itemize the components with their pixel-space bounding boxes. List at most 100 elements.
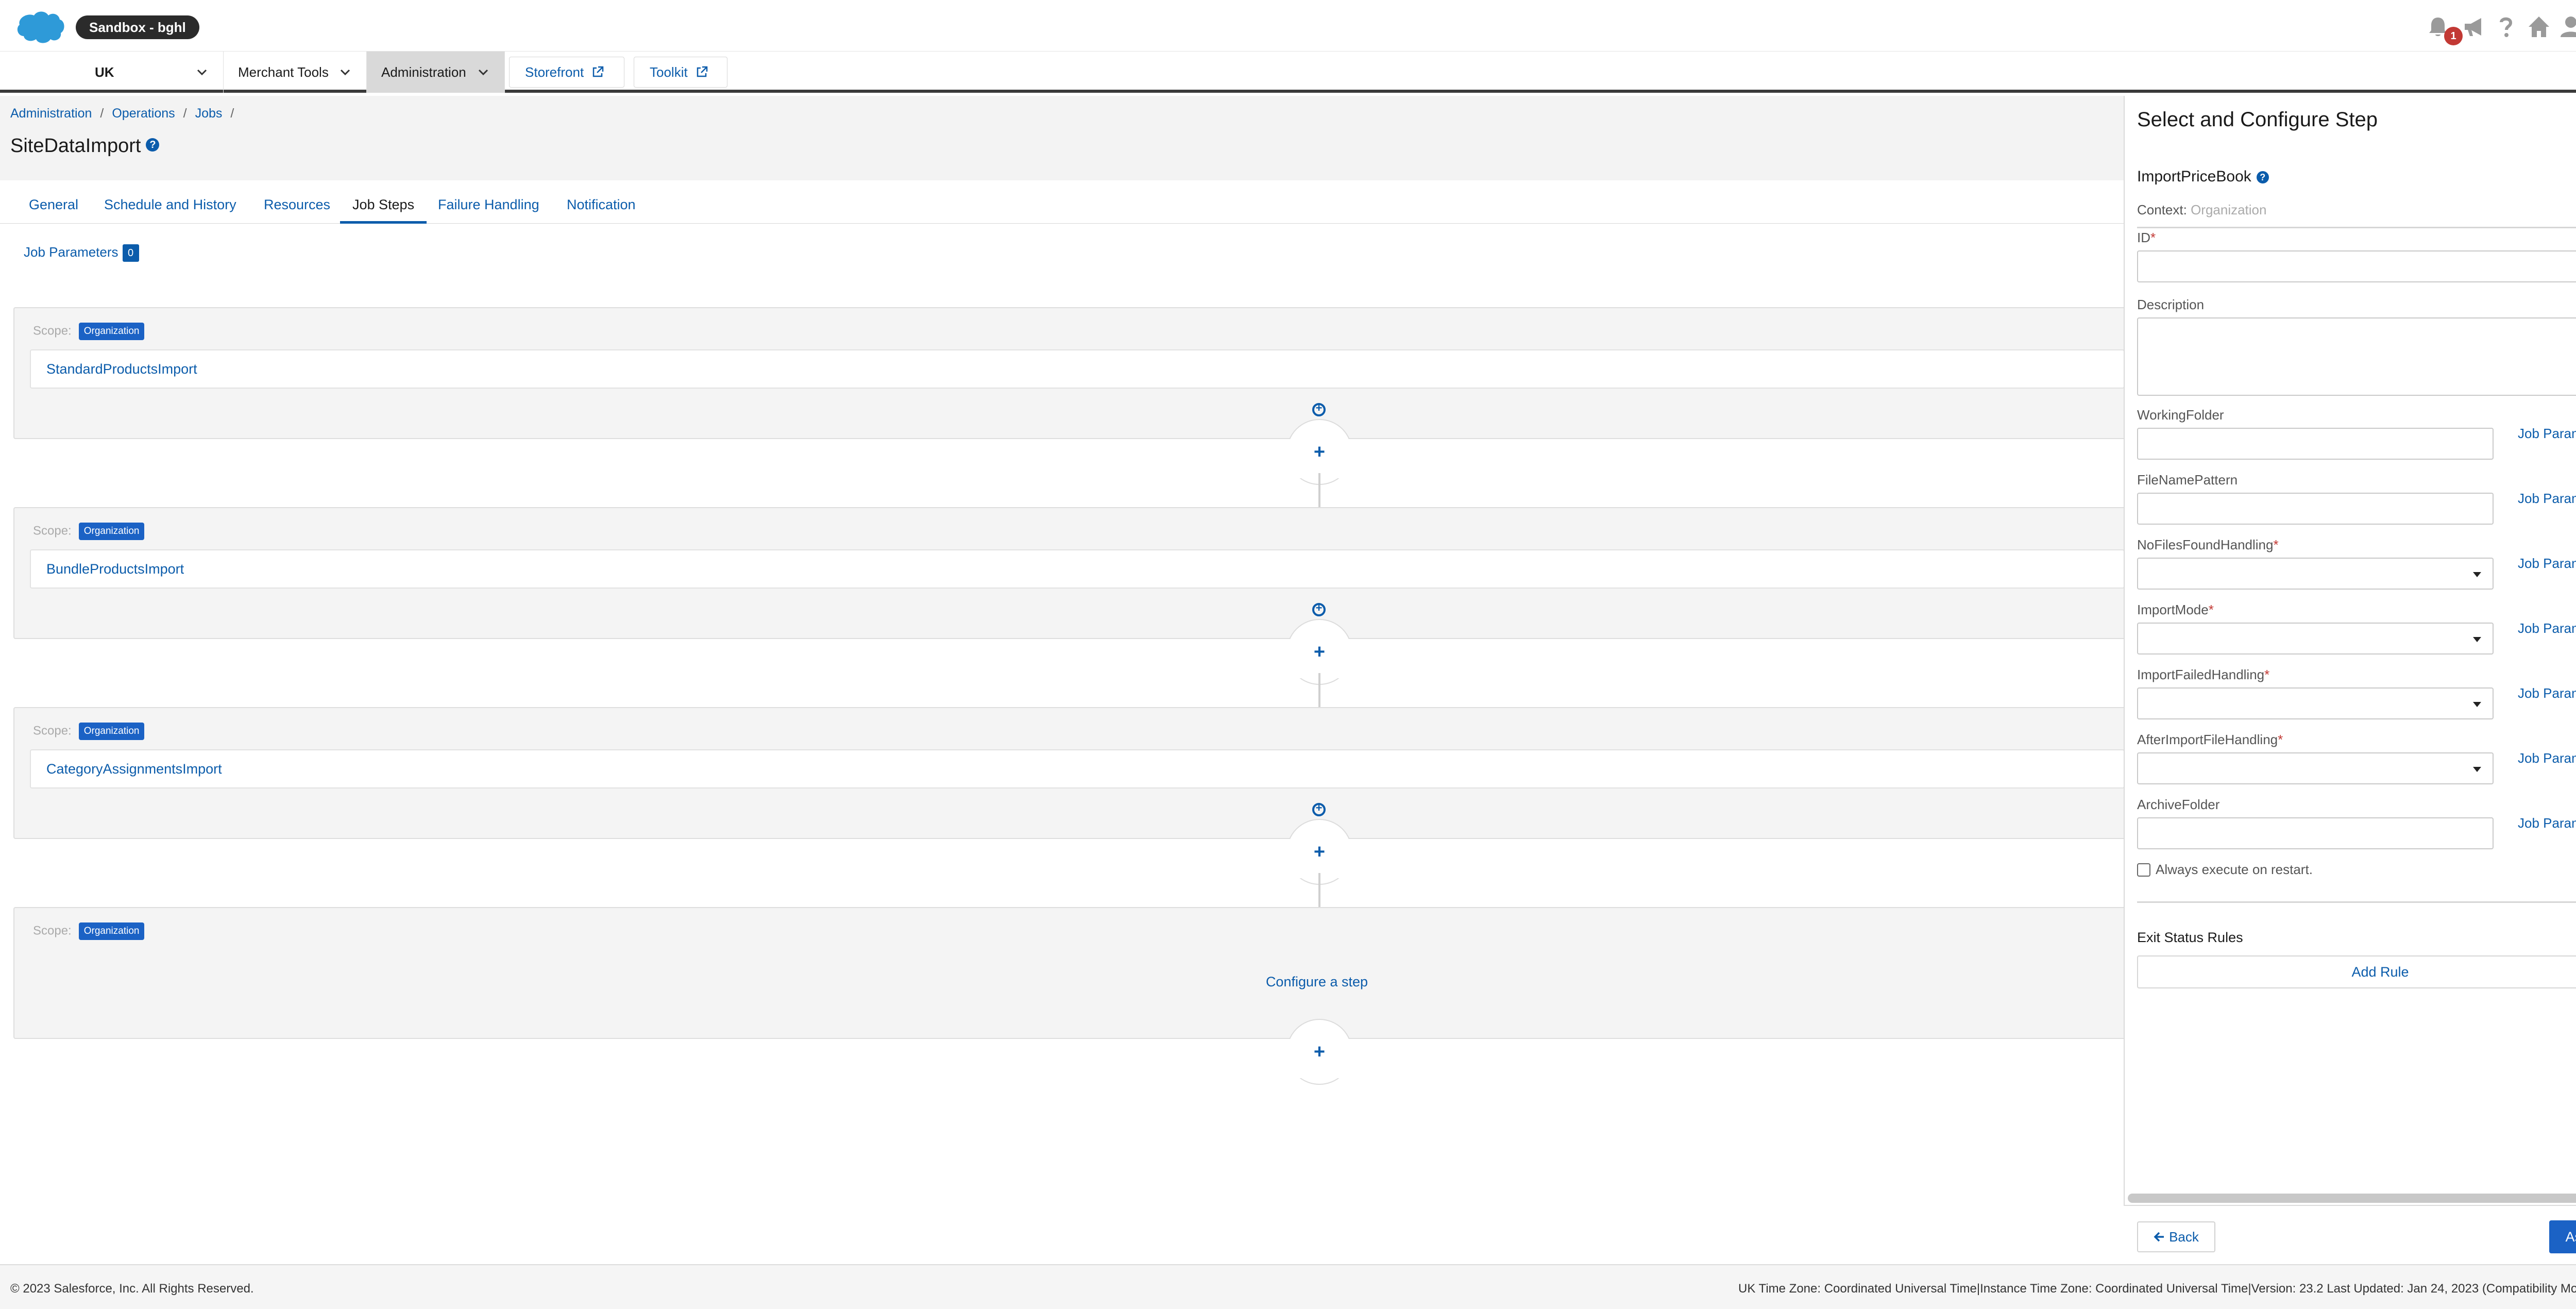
always-execute-row[interactable]: Always execute on restart.: [2137, 862, 2313, 878]
tab-schedule-and-history[interactable]: Schedule and History: [92, 180, 249, 224]
add-step-plus-icon[interactable]: +: [1286, 841, 1352, 863]
caret-down-icon: [2473, 637, 2481, 642]
storefront-button[interactable]: Storefront: [509, 57, 624, 88]
nav-administration-label: Administration: [381, 64, 466, 80]
connector-line: [1318, 673, 1320, 707]
step-scope: Scope: Organization: [33, 922, 145, 940]
divider: [2137, 901, 2576, 903]
import-failed-job-parameters-link[interactable]: Job Parameters: [2518, 685, 2576, 701]
user-icon[interactable]: [2557, 13, 2576, 40]
scope-badge: Organization: [78, 723, 145, 740]
id-input[interactable]: [2137, 250, 2576, 282]
import-mode-label-text: ImportMode: [2137, 602, 2209, 617]
import-mode-select[interactable]: [2137, 623, 2494, 654]
file-name-pattern-job-parameters-link[interactable]: Job Parameters: [2518, 491, 2576, 507]
breadcrumb-administration[interactable]: Administration: [10, 106, 92, 121]
connector-mask: [0, 1039, 2124, 1078]
working-folder-job-parameters-link[interactable]: Job Parameters: [2518, 426, 2576, 442]
site-selector-label: UK: [95, 64, 114, 80]
tab-notification[interactable]: Notification: [554, 180, 648, 224]
breadcrumb: Administration / Operations / Jobs /: [10, 106, 242, 121]
working-folder-label: WorkingFolder: [2137, 407, 2224, 423]
panel-horizontal-scrollbar[interactable]: [2128, 1194, 2576, 1203]
version-info-text: UK Time Zone: Coordinated Universal Time…: [1738, 1282, 2576, 1296]
help-icon[interactable]: ?: [146, 138, 160, 152]
back-button-label: Back: [2169, 1229, 2199, 1245]
toolkit-button[interactable]: Toolkit: [634, 57, 727, 88]
import-failed-select[interactable]: [2137, 687, 2494, 719]
home-icon[interactable]: [2526, 13, 2552, 40]
add-substep-icon[interactable]: [1312, 801, 1326, 816]
import-mode-label: ImportMode*: [2137, 602, 2214, 617]
scope-label: Scope:: [33, 524, 72, 538]
after-import-select[interactable]: [2137, 752, 2494, 784]
id-label-text: ID: [2137, 230, 2150, 245]
after-import-job-parameters-link[interactable]: Job Parameters: [2518, 750, 2576, 766]
notification-count-badge[interactable]: 1: [2444, 27, 2463, 45]
job-parameters-link-row[interactable]: Job Parameters 0: [24, 244, 139, 262]
add-substep-icon[interactable]: [1312, 401, 1326, 416]
toolkit-label: Toolkit: [650, 64, 688, 80]
nav-administration[interactable]: Administration: [367, 52, 505, 93]
file-name-pattern-input[interactable]: [2137, 493, 2494, 525]
step-scope: Scope: Organization: [33, 323, 145, 340]
add-step-plus-icon[interactable]: +: [1286, 1041, 1352, 1063]
step-name[interactable]: BundleProductsImport: [30, 549, 2125, 589]
add-rule-button[interactable]: Add Rule: [2137, 955, 2576, 988]
site-selector[interactable]: UK: [19, 52, 224, 93]
nav-merchant-tools[interactable]: Merchant Tools: [224, 52, 367, 93]
add-step-plus-icon[interactable]: +: [1286, 441, 1352, 463]
step-name[interactable]: CategoryAssignmentsImport: [30, 749, 2125, 788]
external-link-icon: [592, 66, 604, 77]
tab-job-steps[interactable]: Job Steps: [340, 180, 427, 224]
archive-folder-input[interactable]: [2137, 817, 2494, 849]
no-files-found-label-text: NoFilesFoundHandling: [2137, 537, 2274, 552]
description-textarea[interactable]: [2137, 317, 2576, 396]
back-button[interactable]: Back: [2137, 1221, 2215, 1252]
import-failed-label: ImportFailedHandling*: [2137, 667, 2270, 682]
arrow-left-icon: [2154, 1232, 2164, 1242]
breadcrumb-jobs[interactable]: Jobs: [195, 106, 223, 121]
selected-step-name-row: ImportPriceBook?: [2137, 168, 2269, 186]
add-substep-icon[interactable]: [1312, 601, 1326, 616]
tab-failure-handling[interactable]: Failure Handling: [426, 180, 552, 224]
context-value: Organization: [2191, 202, 2267, 217]
step-scope: Scope: Organization: [33, 723, 145, 740]
add-step-plus-icon[interactable]: +: [1286, 641, 1352, 663]
top-bar: [0, 0, 2576, 52]
import-failed-label-text: ImportFailedHandling: [2137, 667, 2265, 682]
step-container: [13, 907, 2136, 1039]
no-files-found-select[interactable]: [2137, 558, 2494, 590]
breadcrumb-operations[interactable]: Operations: [112, 106, 175, 121]
archive-folder-job-parameters-link[interactable]: Job Parameters: [2518, 815, 2576, 831]
configure-step-link[interactable]: Configure a step: [652, 974, 1981, 990]
job-parameters-link[interactable]: Job Parameters: [24, 244, 118, 260]
archive-folder-label: ArchiveFolder: [2137, 797, 2220, 812]
tab-general[interactable]: General: [16, 180, 91, 224]
assign-button[interactable]: Assign: [2549, 1220, 2576, 1253]
breadcrumb-separator: /: [183, 106, 187, 121]
always-execute-checkbox[interactable]: [2137, 863, 2150, 877]
storefront-label: Storefront: [525, 64, 584, 80]
page-title: SiteDataImport: [10, 135, 141, 157]
tab-resources[interactable]: Resources: [251, 180, 343, 224]
page-title-row: SiteDataImport?: [10, 135, 160, 157]
import-mode-job-parameters-link[interactable]: Job Parameters: [2518, 620, 2576, 636]
after-import-label: AfterImportFileHandling*: [2137, 732, 2283, 747]
help-icon[interactable]: [2493, 13, 2519, 40]
caret-down-icon: [2473, 767, 2481, 772]
salesforce-cloud-logo[interactable]: [14, 9, 66, 45]
help-icon[interactable]: ?: [2256, 171, 2269, 183]
working-folder-input[interactable]: [2137, 428, 2494, 460]
megaphone-icon[interactable]: [2461, 13, 2487, 40]
id-label: ID*: [2137, 230, 2156, 245]
selected-step-name: ImportPriceBook: [2137, 168, 2251, 185]
connector-line: [1318, 873, 1320, 907]
external-link-icon: [697, 66, 707, 77]
no-files-found-job-parameters-link[interactable]: Job Parameters: [2518, 556, 2576, 572]
description-label: Description: [2137, 297, 2205, 312]
sandbox-badge[interactable]: Sandbox - bghl: [76, 15, 199, 39]
chevron-down-icon: [340, 69, 350, 76]
scope-label: Scope:: [33, 724, 72, 738]
step-name[interactable]: StandardProductsImport: [30, 349, 2125, 389]
